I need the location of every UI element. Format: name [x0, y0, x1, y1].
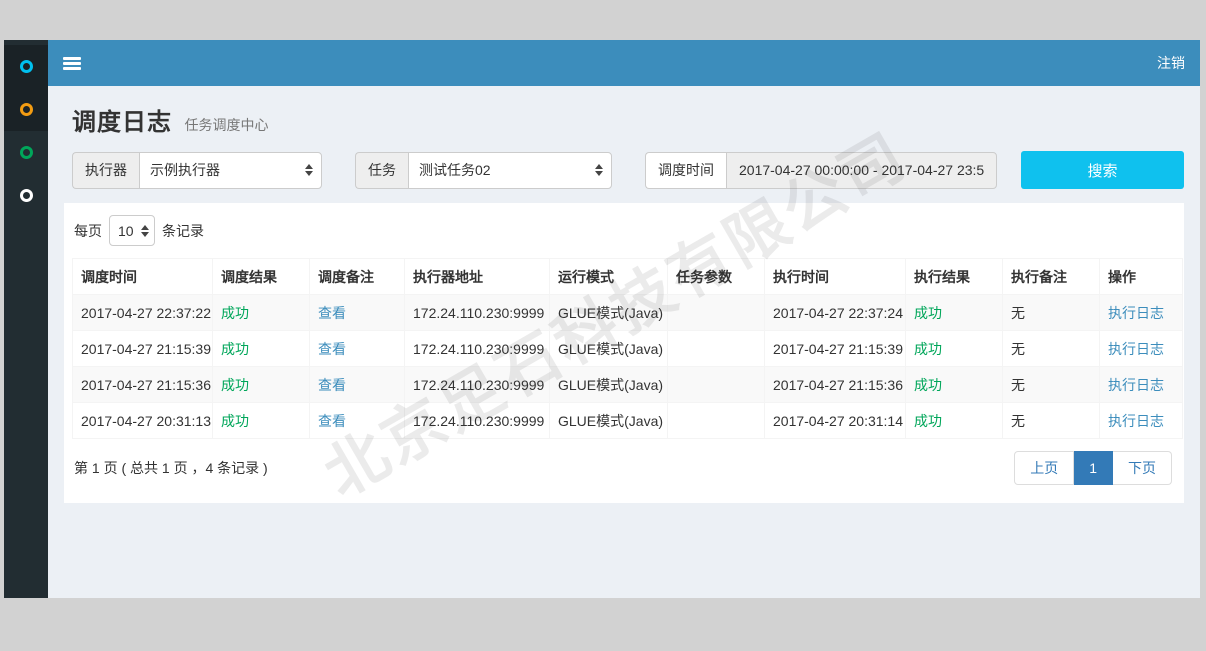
- pagination: 上页 1 下页: [1014, 451, 1172, 485]
- table-row: 2017-04-27 22:37:22 成功 查看 172.24.110.230…: [73, 295, 1183, 331]
- cell-handle-msg: 无: [1003, 295, 1100, 331]
- job-select[interactable]: 测试任务02: [408, 152, 612, 189]
- current-page-button[interactable]: 1: [1074, 451, 1113, 485]
- cell-param: [668, 403, 765, 439]
- page-header: 调度日志 任务调度中心: [72, 102, 1184, 137]
- cell-address: 172.24.110.230:9999: [405, 403, 550, 439]
- cell-trigger-result: 成功: [213, 331, 310, 367]
- sidebar-item-4[interactable]: [4, 174, 48, 217]
- cell-handle-time: 2017-04-27 21:15:39: [765, 331, 906, 367]
- cell-glue-type: GLUE模式(Java): [550, 295, 668, 331]
- exec-log-link[interactable]: 执行日志: [1108, 377, 1164, 393]
- cell-handle-result: 成功: [906, 403, 1003, 439]
- col-header-address: 执行器地址: [405, 259, 550, 295]
- menu-toggle-icon[interactable]: [63, 57, 81, 70]
- cell-glue-type: GLUE模式(Java): [550, 331, 668, 367]
- executor-select[interactable]: 示例执行器: [139, 152, 322, 189]
- table-row: 2017-04-27 21:15:39 成功 查看 172.24.110.230…: [73, 331, 1183, 367]
- cell-glue-type: GLUE模式(Java): [550, 403, 668, 439]
- cell-param: [668, 295, 765, 331]
- topbar: 注销: [48, 40, 1200, 86]
- content: 调度日志 任务调度中心 执行器 示例执行器 任务: [48, 86, 1200, 598]
- cell-address: 172.24.110.230:9999: [405, 331, 550, 367]
- col-header-handle-time: 执行时间: [765, 259, 906, 295]
- cell-param: [668, 331, 765, 367]
- cell-handle-time: 2017-04-27 20:31:14: [765, 403, 906, 439]
- cell-address: 172.24.110.230:9999: [405, 367, 550, 403]
- table-row: 2017-04-27 21:15:36 成功 查看 172.24.110.230…: [73, 367, 1183, 403]
- col-header-trigger-time: 调度时间: [73, 259, 213, 295]
- sidebar-item-2[interactable]: [4, 88, 48, 131]
- per-page-prefix-label: 每页: [74, 221, 102, 241]
- view-trigger-msg-link[interactable]: 查看: [318, 413, 346, 429]
- cell-handle-result: 成功: [906, 295, 1003, 331]
- cell-handle-result: 成功: [906, 367, 1003, 403]
- log-table: 调度时间 调度结果 调度备注 执行器地址 运行模式 任务参数 执行时间 执行结果…: [72, 258, 1183, 439]
- view-trigger-msg-link[interactable]: 查看: [318, 341, 346, 357]
- view-trigger-msg-link[interactable]: 查看: [318, 377, 346, 393]
- col-header-trigger-result: 调度结果: [213, 259, 310, 295]
- cell-trigger-result: 成功: [213, 295, 310, 331]
- cell-handle-msg: 无: [1003, 331, 1100, 367]
- logout-link[interactable]: 注销: [1157, 53, 1185, 73]
- filter-bar: 执行器 示例执行器 任务 测试任务02: [72, 151, 1184, 189]
- per-page-select[interactable]: 10: [109, 215, 155, 246]
- sidebar-item-3[interactable]: [4, 131, 48, 174]
- circle-icon: [20, 103, 33, 116]
- cell-trigger-time: 2017-04-27 22:37:22: [73, 295, 213, 331]
- table-footer: 第 1 页 ( 总共 1 页 ，4 条记录 ) 上页 1 下页: [72, 439, 1176, 497]
- exec-log-link[interactable]: 执行日志: [1108, 341, 1164, 357]
- cell-address: 172.24.110.230:9999: [405, 295, 550, 331]
- trigger-time-filter-label: 调度时间: [645, 152, 726, 189]
- trigger-time-range-input[interactable]: [726, 152, 997, 189]
- col-header-handle-msg: 执行备注: [1003, 259, 1100, 295]
- sidebar-item-1[interactable]: [4, 45, 48, 88]
- cell-handle-time: 2017-04-27 21:15:36: [765, 367, 906, 403]
- next-page-button[interactable]: 下页: [1113, 451, 1172, 485]
- cell-handle-time: 2017-04-27 22:37:24: [765, 295, 906, 331]
- job-filter-group: 任务 测试任务02: [355, 152, 612, 189]
- exec-log-link[interactable]: 执行日志: [1108, 413, 1164, 429]
- prev-page-button[interactable]: 上页: [1014, 451, 1074, 485]
- per-page-suffix-label: 条记录: [162, 221, 204, 241]
- sidebar: [4, 40, 48, 598]
- pagination-summary: 第 1 页 ( 总共 1 页 ，4 条记录 ): [74, 458, 268, 478]
- log-table-panel: 每页 10 条记录: [64, 203, 1184, 503]
- cell-trigger-time: 2017-04-27 21:15:36: [73, 367, 213, 403]
- app-window: 注销 调度日志 任务调度中心 执行器 示例执行器 任务: [4, 40, 1200, 598]
- circle-icon: [20, 146, 33, 159]
- per-page-control: 每页 10 条记录: [74, 215, 1176, 246]
- view-trigger-msg-link[interactable]: 查看: [318, 305, 346, 321]
- executor-filter-label: 执行器: [72, 152, 139, 189]
- trigger-time-filter-group: 调度时间: [645, 152, 997, 189]
- exec-log-link[interactable]: 执行日志: [1108, 305, 1164, 321]
- cell-trigger-result: 成功: [213, 403, 310, 439]
- page-subtitle: 任务调度中心: [184, 117, 268, 133]
- cell-trigger-time: 2017-04-27 21:15:39: [73, 331, 213, 367]
- cell-trigger-result: 成功: [213, 367, 310, 403]
- col-header-glue-type: 运行模式: [550, 259, 668, 295]
- search-button[interactable]: 搜索: [1021, 151, 1184, 189]
- cell-trigger-time: 2017-04-27 20:31:13: [73, 403, 213, 439]
- executor-filter-group: 执行器 示例执行器: [72, 152, 322, 189]
- cell-glue-type: GLUE模式(Java): [550, 367, 668, 403]
- table-row: 2017-04-27 20:31:13 成功 查看 172.24.110.230…: [73, 403, 1183, 439]
- cell-handle-msg: 无: [1003, 367, 1100, 403]
- table-header-row: 调度时间 调度结果 调度备注 执行器地址 运行模式 任务参数 执行时间 执行结果…: [73, 259, 1183, 295]
- circle-icon: [20, 60, 33, 73]
- cell-handle-result: 成功: [906, 331, 1003, 367]
- col-header-param: 任务参数: [668, 259, 765, 295]
- col-header-handle-result: 执行结果: [906, 259, 1003, 295]
- circle-icon: [20, 189, 33, 202]
- main-area: 注销 调度日志 任务调度中心 执行器 示例执行器 任务: [48, 40, 1200, 598]
- cell-param: [668, 367, 765, 403]
- col-header-trigger-msg: 调度备注: [310, 259, 405, 295]
- col-header-action: 操作: [1100, 259, 1183, 295]
- page-title: 调度日志: [72, 109, 172, 136]
- job-filter-label: 任务: [355, 152, 408, 189]
- cell-handle-msg: 无: [1003, 403, 1100, 439]
